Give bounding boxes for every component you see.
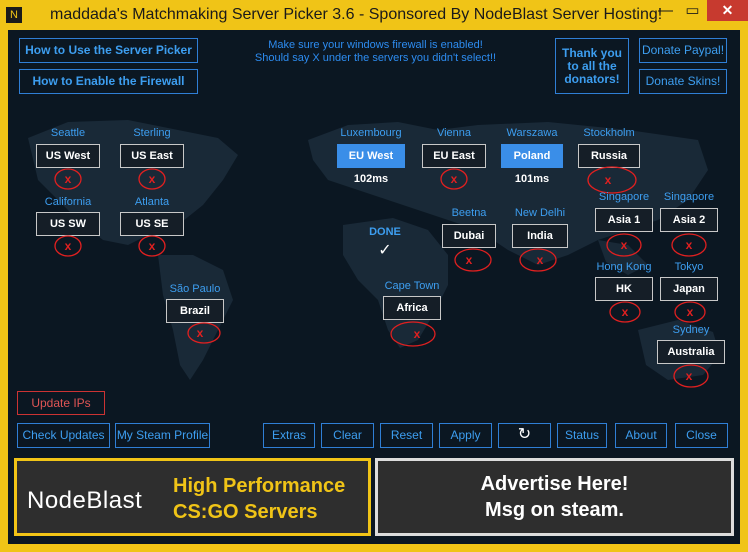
server-button[interactable]: HK — [595, 277, 653, 301]
city-label: California — [44, 196, 92, 208]
about-button[interactable]: About — [615, 423, 667, 448]
blocked-x-icon: x — [519, 248, 557, 272]
clear-button[interactable]: Clear — [321, 423, 374, 448]
city-label: Luxembourg — [340, 127, 402, 139]
advertise-line2: Msg on steam. — [485, 499, 624, 521]
nodeblast-logo: NodeBlast — [27, 487, 143, 514]
blocked-x-icon: x — [454, 248, 492, 272]
server-button[interactable]: US West — [36, 144, 100, 168]
client-area: How to Use the Server Picker How to Enab… — [8, 30, 740, 544]
thanks-line3: donators! — [564, 72, 620, 86]
svg-text:x: x — [621, 238, 628, 252]
server-button[interactable]: Japan — [660, 277, 718, 301]
server-button[interactable]: Dubai — [442, 224, 496, 248]
city-label: New Delhi — [514, 207, 566, 219]
svg-text:x: x — [197, 326, 204, 340]
svg-text:x: x — [686, 238, 693, 252]
enable-firewall-button[interactable]: How to Enable the Firewall — [19, 69, 198, 94]
nodeblast-tagline-line2: CS:GO Servers — [173, 501, 318, 523]
blocked-x-icon: x — [54, 168, 82, 190]
server-button[interactable]: Asia 1 — [595, 208, 653, 232]
blocked-x-icon: x — [671, 233, 707, 257]
city-label: Seattle — [50, 127, 86, 139]
server-button[interactable]: Asia 2 — [660, 208, 718, 232]
my-steam-profile-button[interactable]: My Steam Profile — [115, 423, 210, 448]
city-label: Vienna — [436, 127, 472, 139]
extras-button[interactable]: Extras — [263, 423, 315, 448]
update-ips-button[interactable]: Update IPs — [17, 391, 105, 415]
city-label: Singapore — [663, 191, 715, 203]
city-label: Singapore — [598, 191, 650, 203]
server-button[interactable]: EU East — [422, 144, 486, 168]
blocked-x-icon: x — [54, 235, 82, 257]
server-button[interactable]: India — [512, 224, 568, 248]
blocked-x-icon: x — [138, 168, 166, 190]
svg-text:x: x — [149, 239, 156, 253]
done-label: DONE — [369, 226, 401, 238]
svg-text:x: x — [466, 253, 473, 267]
svg-text:x: x — [414, 327, 421, 341]
city-label: Cape Town — [384, 280, 440, 292]
blocked-x-icon: x — [609, 301, 641, 323]
donate-skins-button[interactable]: Donate Skins! — [639, 69, 727, 94]
close-button[interactable]: Close — [675, 423, 728, 448]
donate-paypal-button[interactable]: Donate Paypal! — [639, 38, 727, 63]
city-label: Stockholm — [583, 127, 635, 139]
svg-text:x: x — [149, 172, 156, 186]
app-window: N maddada's Matchmaking Server Picker 3.… — [0, 0, 748, 552]
city-label: Atlanta — [134, 196, 170, 208]
minimize-button[interactable]: — — [652, 0, 679, 21]
blocked-x-icon: x — [187, 322, 221, 344]
window-title: maddada's Matchmaking Server Picker 3.6 … — [50, 6, 663, 23]
nodeblast-banner[interactable]: NodeBlast High Performance CS:GO Servers — [14, 458, 371, 536]
app-icon: N — [6, 7, 22, 23]
blocked-x-icon: x — [440, 168, 468, 190]
svg-text:x: x — [65, 239, 72, 253]
advertise-line1: Advertise Here! — [480, 473, 629, 495]
city-label: Warszawa — [506, 127, 558, 139]
blocked-x-icon: x — [606, 233, 642, 257]
status-button[interactable]: Status — [557, 423, 607, 448]
firewall-message-line1: Make sure your windows firewall is enabl… — [268, 39, 483, 51]
nodeblast-tagline-line1: High Performance — [173, 475, 346, 497]
firewall-message-line2: Should say X under the servers you didn'… — [254, 52, 497, 64]
ping-readout: 102ms — [353, 173, 389, 185]
advertise-text: Advertise Here! Msg on steam. — [378, 471, 731, 523]
svg-text:x: x — [451, 172, 458, 186]
svg-text:x: x — [622, 305, 629, 319]
blocked-x-icon: x — [138, 235, 166, 257]
check-updates-button[interactable]: Check Updates — [17, 423, 110, 448]
nodeblast-tagline: High Performance CS:GO Servers — [173, 473, 345, 525]
close-window-button[interactable]: ✕ — [707, 0, 748, 21]
advertise-banner[interactable]: Advertise Here! Msg on steam. — [375, 458, 734, 536]
server-button[interactable]: Australia — [657, 340, 725, 364]
blocked-x-icon: x — [674, 301, 706, 323]
blocked-x-icon: x — [390, 321, 436, 347]
blocked-x-icon: x — [673, 364, 709, 388]
server-button[interactable]: US East — [120, 144, 184, 168]
refresh-icon[interactable]: ↻ — [498, 423, 551, 448]
city-label: Sterling — [133, 127, 171, 139]
maximize-button[interactable]: ▭ — [679, 0, 706, 21]
server-button[interactable]: Africa — [383, 296, 441, 320]
how-to-use-button[interactable]: How to Use the Server Picker — [19, 38, 198, 63]
thanks-donators-button[interactable]: Thank you to all the donators! — [555, 38, 629, 94]
city-label: São Paulo — [169, 283, 221, 295]
city-label: Sydney — [672, 324, 710, 336]
reset-button[interactable]: Reset — [380, 423, 433, 448]
svg-text:x: x — [605, 173, 612, 187]
city-label: Hong Kong — [596, 261, 652, 273]
svg-text:x: x — [686, 369, 693, 383]
server-button[interactable]: Poland — [501, 144, 563, 168]
svg-text:x: x — [687, 305, 694, 319]
svg-text:x: x — [537, 253, 544, 267]
apply-button[interactable]: Apply — [439, 423, 492, 448]
ping-readout: 101ms — [514, 173, 550, 185]
checkmark-icon: ✓ — [378, 242, 392, 259]
svg-text:x: x — [65, 172, 72, 186]
city-label: Tokyo — [674, 261, 704, 273]
server-button[interactable]: EU West — [337, 144, 405, 168]
title-bar[interactable]: N maddada's Matchmaking Server Picker 3.… — [0, 0, 748, 30]
city-label: Beetna — [451, 207, 487, 219]
